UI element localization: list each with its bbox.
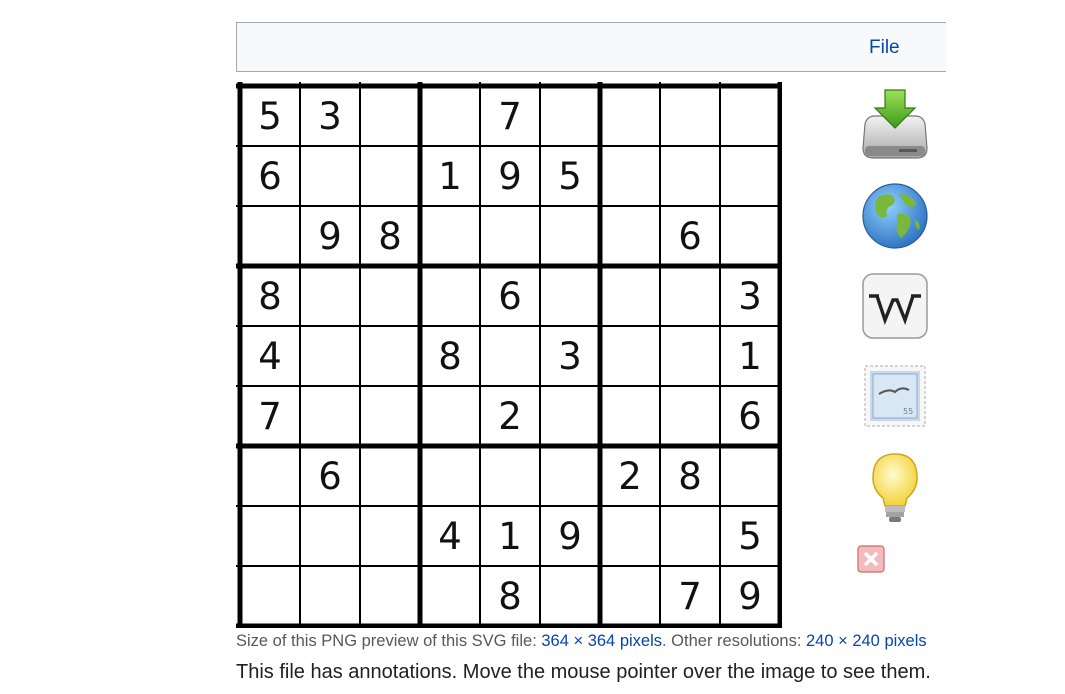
sudoku-cell: 8 (678, 455, 702, 498)
sudoku-cell: 9 (558, 515, 582, 558)
stamp-icon[interactable]: 55 (855, 360, 935, 438)
sudoku-cell: 1 (438, 155, 462, 198)
sudoku-cell: 4 (258, 335, 282, 378)
sudoku-cell: 8 (438, 335, 462, 378)
lightbulb-icon[interactable] (855, 450, 935, 528)
sudoku-cell: 7 (678, 575, 702, 618)
sudoku-cell: 4 (438, 515, 462, 558)
sudoku-cell: 1 (738, 335, 762, 378)
sudoku-cell: 6 (678, 215, 702, 258)
sudoku-cell: 3 (738, 275, 762, 318)
sudoku-image[interactable]: 537619598686348317266284195879 (236, 82, 782, 628)
sudoku-cell: 8 (258, 275, 282, 318)
tab-file[interactable]: File (869, 37, 900, 59)
sudoku-cell: 8 (498, 575, 522, 618)
sudoku-cell: 5 (558, 155, 582, 198)
sudoku-cell: 9 (498, 155, 522, 198)
annotation-note: This file has annotations. Move the mous… (236, 661, 931, 683)
wikipedia-icon[interactable] (855, 270, 935, 348)
file-tabbar: File (236, 22, 946, 72)
sudoku-cell: 3 (318, 95, 342, 138)
sudoku-cell: 3 (558, 335, 582, 378)
sudoku-cell: 5 (738, 515, 762, 558)
sudoku-cell: 7 (498, 95, 522, 138)
sudoku-cell: 8 (378, 215, 402, 258)
caption-middle: . Other resolutions: (662, 632, 806, 650)
svg-text:55: 55 (903, 407, 913, 416)
preview-size-link[interactable]: 364 × 364 pixels (541, 632, 662, 650)
close-icon[interactable] (855, 544, 885, 574)
sudoku-cell: 2 (498, 395, 522, 438)
sudoku-cell: 9 (738, 575, 762, 618)
globe-icon[interactable] (855, 180, 935, 258)
sudoku-cell: 5 (258, 95, 282, 138)
sudoku-grid: 5 3 76 1 9 59 8 68 6 34 8 3 17 2 66 2 84 1 9 58 7 9 (236, 82, 782, 628)
sudoku-cell: 7 (258, 395, 282, 438)
sudoku-cell: 1 (498, 515, 522, 558)
sudoku-cell: 6 (498, 275, 522, 318)
sudoku-cell: 6 (738, 395, 762, 438)
sudoku-cell: 6 (318, 455, 342, 498)
caption-prefix: Size of this PNG preview of this SVG fil… (236, 632, 542, 650)
sudoku-cell: 6 (258, 155, 282, 198)
sudoku-cell: 9 (318, 215, 342, 258)
sudoku-cell: 2 (618, 455, 642, 498)
download-drive-icon[interactable] (855, 86, 935, 164)
other-resolution-link[interactable]: 240 × 240 pixels (806, 632, 927, 650)
preview-size-caption: Size of this PNG preview of this SVG fil… (236, 632, 927, 651)
